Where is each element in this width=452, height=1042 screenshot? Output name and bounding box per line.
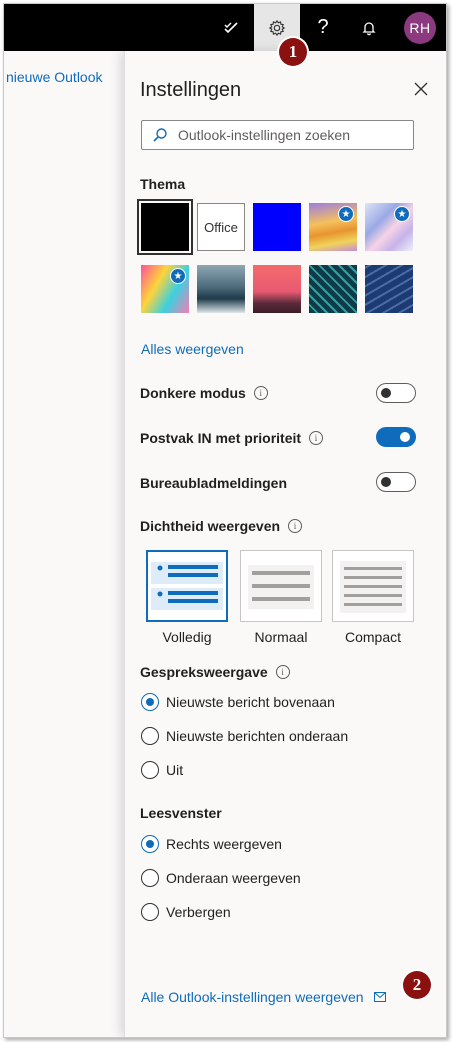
density-full-option[interactable] bbox=[146, 550, 228, 622]
info-icon[interactable]: i bbox=[288, 519, 303, 533]
theme-circuit[interactable] bbox=[309, 265, 357, 313]
focused-inbox-text: Postvak IN met prioriteit bbox=[140, 430, 302, 446]
toggle-knob bbox=[381, 388, 391, 398]
radio-label: Nieuwste berichten onderaan bbox=[166, 728, 349, 744]
theme-office[interactable]: Office bbox=[197, 203, 245, 251]
desktop-notifications-text: Bureaubladmeldingen bbox=[140, 475, 288, 491]
radio-label: Onderaan weergeven bbox=[166, 870, 301, 886]
reading-pane-option-bottom[interactable]: Onderaan weergeven bbox=[141, 869, 301, 887]
toggle-knob bbox=[400, 432, 410, 442]
density-normal-label: Normaal bbox=[254, 629, 308, 645]
dark-mode-text: Donkere modus bbox=[140, 385, 246, 401]
callout-1: 1 bbox=[279, 38, 307, 66]
reading-pane-heading: Leesvenster bbox=[140, 805, 222, 821]
avatar-initials: RH bbox=[409, 20, 431, 36]
avatar[interactable]: RH bbox=[404, 12, 436, 44]
density-normal-preview bbox=[248, 565, 314, 609]
focused-inbox-label: Postvak IN met prioriteit i bbox=[140, 430, 324, 446]
density-normal-option[interactable] bbox=[240, 550, 322, 622]
premium-star-icon: ★ bbox=[338, 206, 354, 222]
radio-button[interactable] bbox=[141, 835, 159, 853]
info-icon[interactable]: i bbox=[275, 665, 290, 679]
density-heading: Dichtheid weergeven i bbox=[140, 518, 303, 534]
dark-mode-label: Donkere modus i bbox=[140, 385, 268, 401]
all-settings-text: Alle Outlook-instellingen weergeven bbox=[141, 989, 364, 1005]
close-button[interactable] bbox=[410, 78, 432, 100]
all-settings-link[interactable]: Alle Outlook-instellingen weergeven bbox=[141, 989, 386, 1005]
theme-black[interactable] bbox=[137, 199, 193, 255]
top-bar: ? RH bbox=[4, 4, 446, 51]
desktop-notifications-label: Bureaubladmeldingen bbox=[140, 475, 287, 491]
search-icon bbox=[153, 128, 167, 142]
callout-2: 2 bbox=[403, 971, 431, 999]
theme-rainbow-waves[interactable]: ★ bbox=[309, 203, 357, 251]
theme-office-label: Office bbox=[204, 219, 238, 235]
desktop-notifications-toggle[interactable] bbox=[376, 472, 416, 492]
panel-title: Instellingen bbox=[140, 79, 242, 101]
radio-button[interactable] bbox=[141, 869, 159, 887]
settings-panel: Instellingen Outlook-instellingen zoeken… bbox=[124, 51, 446, 1037]
bell-icon[interactable] bbox=[346, 4, 392, 51]
density-compact-preview bbox=[340, 561, 406, 613]
help-icon[interactable]: ? bbox=[300, 4, 346, 51]
radio-label: Rechts weergeven bbox=[166, 836, 282, 852]
help-glyph: ? bbox=[317, 16, 329, 38]
radio-label: Nieuwste bericht bovenaan bbox=[166, 694, 335, 710]
theme-heading: Thema bbox=[140, 176, 186, 192]
theme-colorful-art[interactable]: ★ bbox=[141, 265, 189, 313]
reading-pane-option-hide[interactable]: Verbergen bbox=[141, 903, 231, 921]
info-icon[interactable]: i bbox=[309, 431, 324, 445]
radio-button[interactable] bbox=[141, 727, 159, 745]
radio-button[interactable] bbox=[141, 903, 159, 921]
theme-pastel-lines[interactable]: ★ bbox=[365, 203, 413, 251]
callout-1-number: 1 bbox=[288, 42, 298, 61]
density-compact-option[interactable] bbox=[332, 550, 414, 622]
reading-pane-option-right[interactable]: Rechts weergeven bbox=[141, 835, 282, 853]
dark-mode-toggle[interactable] bbox=[376, 383, 416, 403]
radio-button[interactable] bbox=[141, 761, 159, 779]
mail-icon bbox=[373, 992, 386, 1002]
conversation-option-off[interactable]: Uit bbox=[141, 761, 183, 779]
toggle-knob bbox=[381, 477, 391, 487]
settings-search-box[interactable]: Outlook-instellingen zoeken bbox=[141, 120, 414, 150]
radio-label: Verbergen bbox=[166, 904, 231, 920]
close-icon bbox=[414, 82, 428, 96]
theme-palm-sunset[interactable] bbox=[253, 265, 301, 313]
show-all-themes-link[interactable]: Alles weergeven bbox=[141, 341, 244, 357]
density-full-label: Volledig bbox=[162, 629, 212, 645]
info-icon[interactable]: i bbox=[253, 386, 268, 400]
radio-label: Uit bbox=[166, 762, 184, 778]
conversation-heading-text: Gespreksweergave bbox=[140, 664, 268, 680]
conversation-heading: Gespreksweergave i bbox=[140, 664, 290, 680]
new-outlook-link[interactable]: nieuwe Outlook bbox=[6, 69, 103, 85]
density-full-preview bbox=[151, 562, 223, 610]
search-placeholder: Outlook-instellingen zoeken bbox=[178, 127, 350, 143]
checklist-icon[interactable] bbox=[208, 4, 254, 51]
callout-2-number: 2 bbox=[412, 975, 422, 994]
focused-inbox-toggle[interactable] bbox=[376, 427, 416, 447]
mail-background-pane: nieuwe Outlook bbox=[4, 51, 124, 1037]
outlook-window: ? RH 1 nieuwe Outlook Instellingen Outlo… bbox=[3, 3, 447, 1038]
premium-star-icon: ★ bbox=[394, 206, 410, 222]
conversation-option-newest-bottom[interactable]: Nieuwste berichten onderaan bbox=[141, 727, 348, 745]
conversation-option-newest-top[interactable]: Nieuwste bericht bovenaan bbox=[141, 693, 335, 711]
density-compact-label: Compact bbox=[344, 629, 402, 645]
theme-ocean[interactable] bbox=[197, 265, 245, 313]
theme-blueprint[interactable] bbox=[365, 265, 413, 313]
theme-blue[interactable] bbox=[253, 203, 301, 251]
premium-star-icon: ★ bbox=[170, 268, 186, 284]
radio-button[interactable] bbox=[141, 693, 159, 711]
density-heading-text: Dichtheid weergeven bbox=[140, 518, 281, 534]
